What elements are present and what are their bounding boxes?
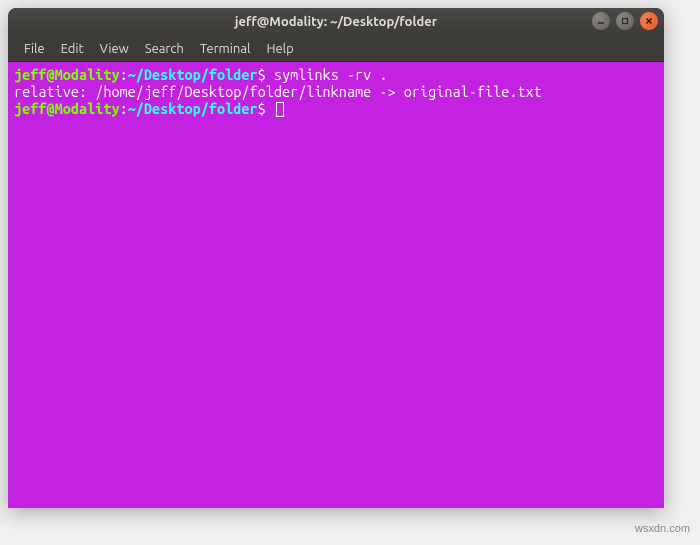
terminal-output: relative: /home/jeff/Desktop/folder/link… xyxy=(14,83,542,100)
close-icon xyxy=(645,17,653,25)
prompt-colon: : xyxy=(120,66,128,83)
prompt-user: jeff@Modality xyxy=(14,100,120,117)
terminal-area[interactable]: jeff@Modality:~/Desktop/folder$ symlinks… xyxy=(8,62,664,508)
menubar: File Edit View Search Terminal Help xyxy=(8,36,664,62)
minimize-icon xyxy=(597,17,605,25)
titlebar[interactable]: jeff@Modality: ~/Desktop/folder xyxy=(8,8,664,36)
close-button[interactable] xyxy=(640,12,658,30)
terminal-line: jeff@Modality:~/Desktop/folder$ symlinks… xyxy=(14,66,658,83)
menu-help[interactable]: Help xyxy=(258,39,301,59)
prompt-colon: : xyxy=(120,100,128,117)
prompt-path: ~/Desktop/folder xyxy=(128,66,258,83)
window-title: jeff@Modality: ~/Desktop/folder xyxy=(235,15,437,29)
terminal-window: jeff@Modality: ~/Desktop/folder File Edi… xyxy=(8,8,664,508)
terminal-line: relative: /home/jeff/Desktop/folder/link… xyxy=(14,83,658,100)
prompt-path: ~/Desktop/folder xyxy=(128,100,258,117)
minimize-button[interactable] xyxy=(592,12,610,30)
menu-edit[interactable]: Edit xyxy=(53,39,92,59)
window-controls xyxy=(592,12,658,30)
prompt-user: jeff@Modality xyxy=(14,66,120,83)
cursor-icon xyxy=(276,102,284,117)
prompt-dollar: $ xyxy=(258,66,274,83)
menu-terminal[interactable]: Terminal xyxy=(192,39,259,59)
maximize-icon xyxy=(621,17,629,25)
terminal-command: symlinks -rv . xyxy=(274,66,388,83)
menu-search[interactable]: Search xyxy=(137,39,192,59)
terminal-line: jeff@Modality:~/Desktop/folder$ xyxy=(14,100,658,117)
prompt-dollar: $ xyxy=(258,100,274,117)
watermark: wsxdn.com xyxy=(635,523,690,535)
maximize-button[interactable] xyxy=(616,12,634,30)
menu-view[interactable]: View xyxy=(92,39,137,59)
menu-file[interactable]: File xyxy=(16,39,53,59)
